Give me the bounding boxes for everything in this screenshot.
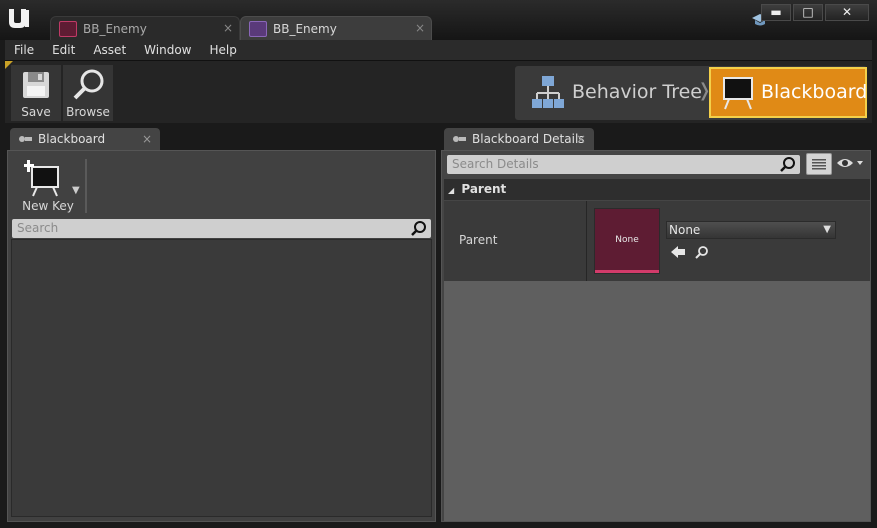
asset-type-bar [595,270,659,273]
blackboard-mode-label: Blackboard [761,81,868,103]
close-tab-icon[interactable]: × [223,21,233,35]
mode-switcher: Behavior Tree ❭ Blackboard [515,66,867,120]
asset-thumbnail[interactable]: None [594,208,660,274]
tab-blackboard[interactable]: Blackboard × [10,128,160,150]
document-tab-1[interactable]: BB_Enemy × [50,16,240,40]
title-bar: BB_Enemy × BB_Enemy × ▬ □ ✕ [0,0,877,40]
blackboard-asset-icon [59,20,77,37]
eye-icon[interactable] [836,155,864,171]
maximize-button[interactable]: □ [793,4,823,21]
details-empty-area [444,281,870,521]
behavior-tree-asset-icon [249,20,267,37]
minimize-button[interactable]: ▬ [761,4,791,21]
combo-value: None [669,223,701,237]
search-details-placeholder: Search Details [452,157,539,171]
search-details-input[interactable]: Search Details [447,155,800,174]
category-parent-label: Parent [461,182,507,196]
dropdown-caret-icon[interactable]: ▼ [72,185,80,196]
new-key-button[interactable]: ▼ New Key [16,157,80,213]
parent-asset-combo[interactable]: None ▼ [666,221,836,239]
browse-button[interactable]: Browse [63,65,113,121]
panel-tab-icon [453,136,466,142]
close-tab-icon[interactable]: × [576,128,586,150]
menu-bar: File Edit Asset Window Help [5,40,872,60]
search-icon [780,157,795,172]
window-controls: ▬ □ ✕ [761,4,869,21]
new-key-icon [24,160,59,197]
blackboard-mode-button[interactable]: Blackboard [709,67,867,118]
close-window-button[interactable]: ✕ [825,4,869,21]
document-tab-label: BB_Enemy [83,21,147,36]
menu-window[interactable]: Window [135,40,200,60]
browse-to-asset-icon[interactable] [694,245,710,259]
behavior-tree-label: Behavior Tree [572,81,702,103]
behavior-tree-mode-button[interactable]: Behavior Tree ❭ [517,68,712,118]
blackboard-icon [723,77,753,110]
menu-edit[interactable]: Edit [43,40,84,60]
save-button[interactable]: Save [11,65,61,121]
close-tab-icon[interactable]: × [142,128,152,150]
save-icon [23,72,49,98]
document-tab-label: BB_Enemy [273,21,337,36]
menu-file[interactable]: File [5,40,43,60]
magnifier-icon [73,69,104,100]
save-label: Save [21,105,51,119]
browse-label: Browse [66,105,110,119]
category-parent[interactable]: ◢ Parent [444,179,870,200]
toolbar: Save Browse Behavior Tree ❭ Blackboard [5,60,872,123]
column-splitter[interactable] [586,201,587,281]
search-input[interactable]: Search [12,219,431,238]
toolbar-divider [85,159,87,213]
tab-blackboard-details[interactable]: Blackboard Details × [444,128,594,150]
collapse-arrow-icon[interactable]: ◢ [448,186,454,195]
document-tab-2[interactable]: BB_Enemy × [240,16,432,40]
use-selected-arrow-icon[interactable] [670,245,686,259]
new-key-label: New Key [22,199,74,213]
blackboard-key-list[interactable] [11,239,432,517]
thumbnail-text: None [615,235,639,245]
chevron-down-icon: ▼ [823,224,831,235]
tab-details-label: Blackboard Details [472,132,585,146]
view-options-button[interactable] [806,153,832,175]
menu-asset[interactable]: Asset [84,40,135,60]
list-view-icon [812,159,826,170]
behavior-tree-icon [532,76,564,108]
tab-blackboard-label: Blackboard [38,132,106,146]
search-icon [411,221,426,236]
property-row-parent: Parent None None ▼ [444,201,870,281]
property-label: Parent [459,233,498,247]
blackboard-panel: ▼ New Key Search [7,150,436,522]
close-tab-icon[interactable]: × [415,21,425,35]
menu-help[interactable]: Help [200,40,245,60]
search-placeholder: Search [17,221,59,235]
unreal-logo-icon[interactable] [6,6,32,32]
details-panel: Search Details ◢ Parent Parent None None… [441,150,871,522]
panel-tab-icon [19,136,32,142]
